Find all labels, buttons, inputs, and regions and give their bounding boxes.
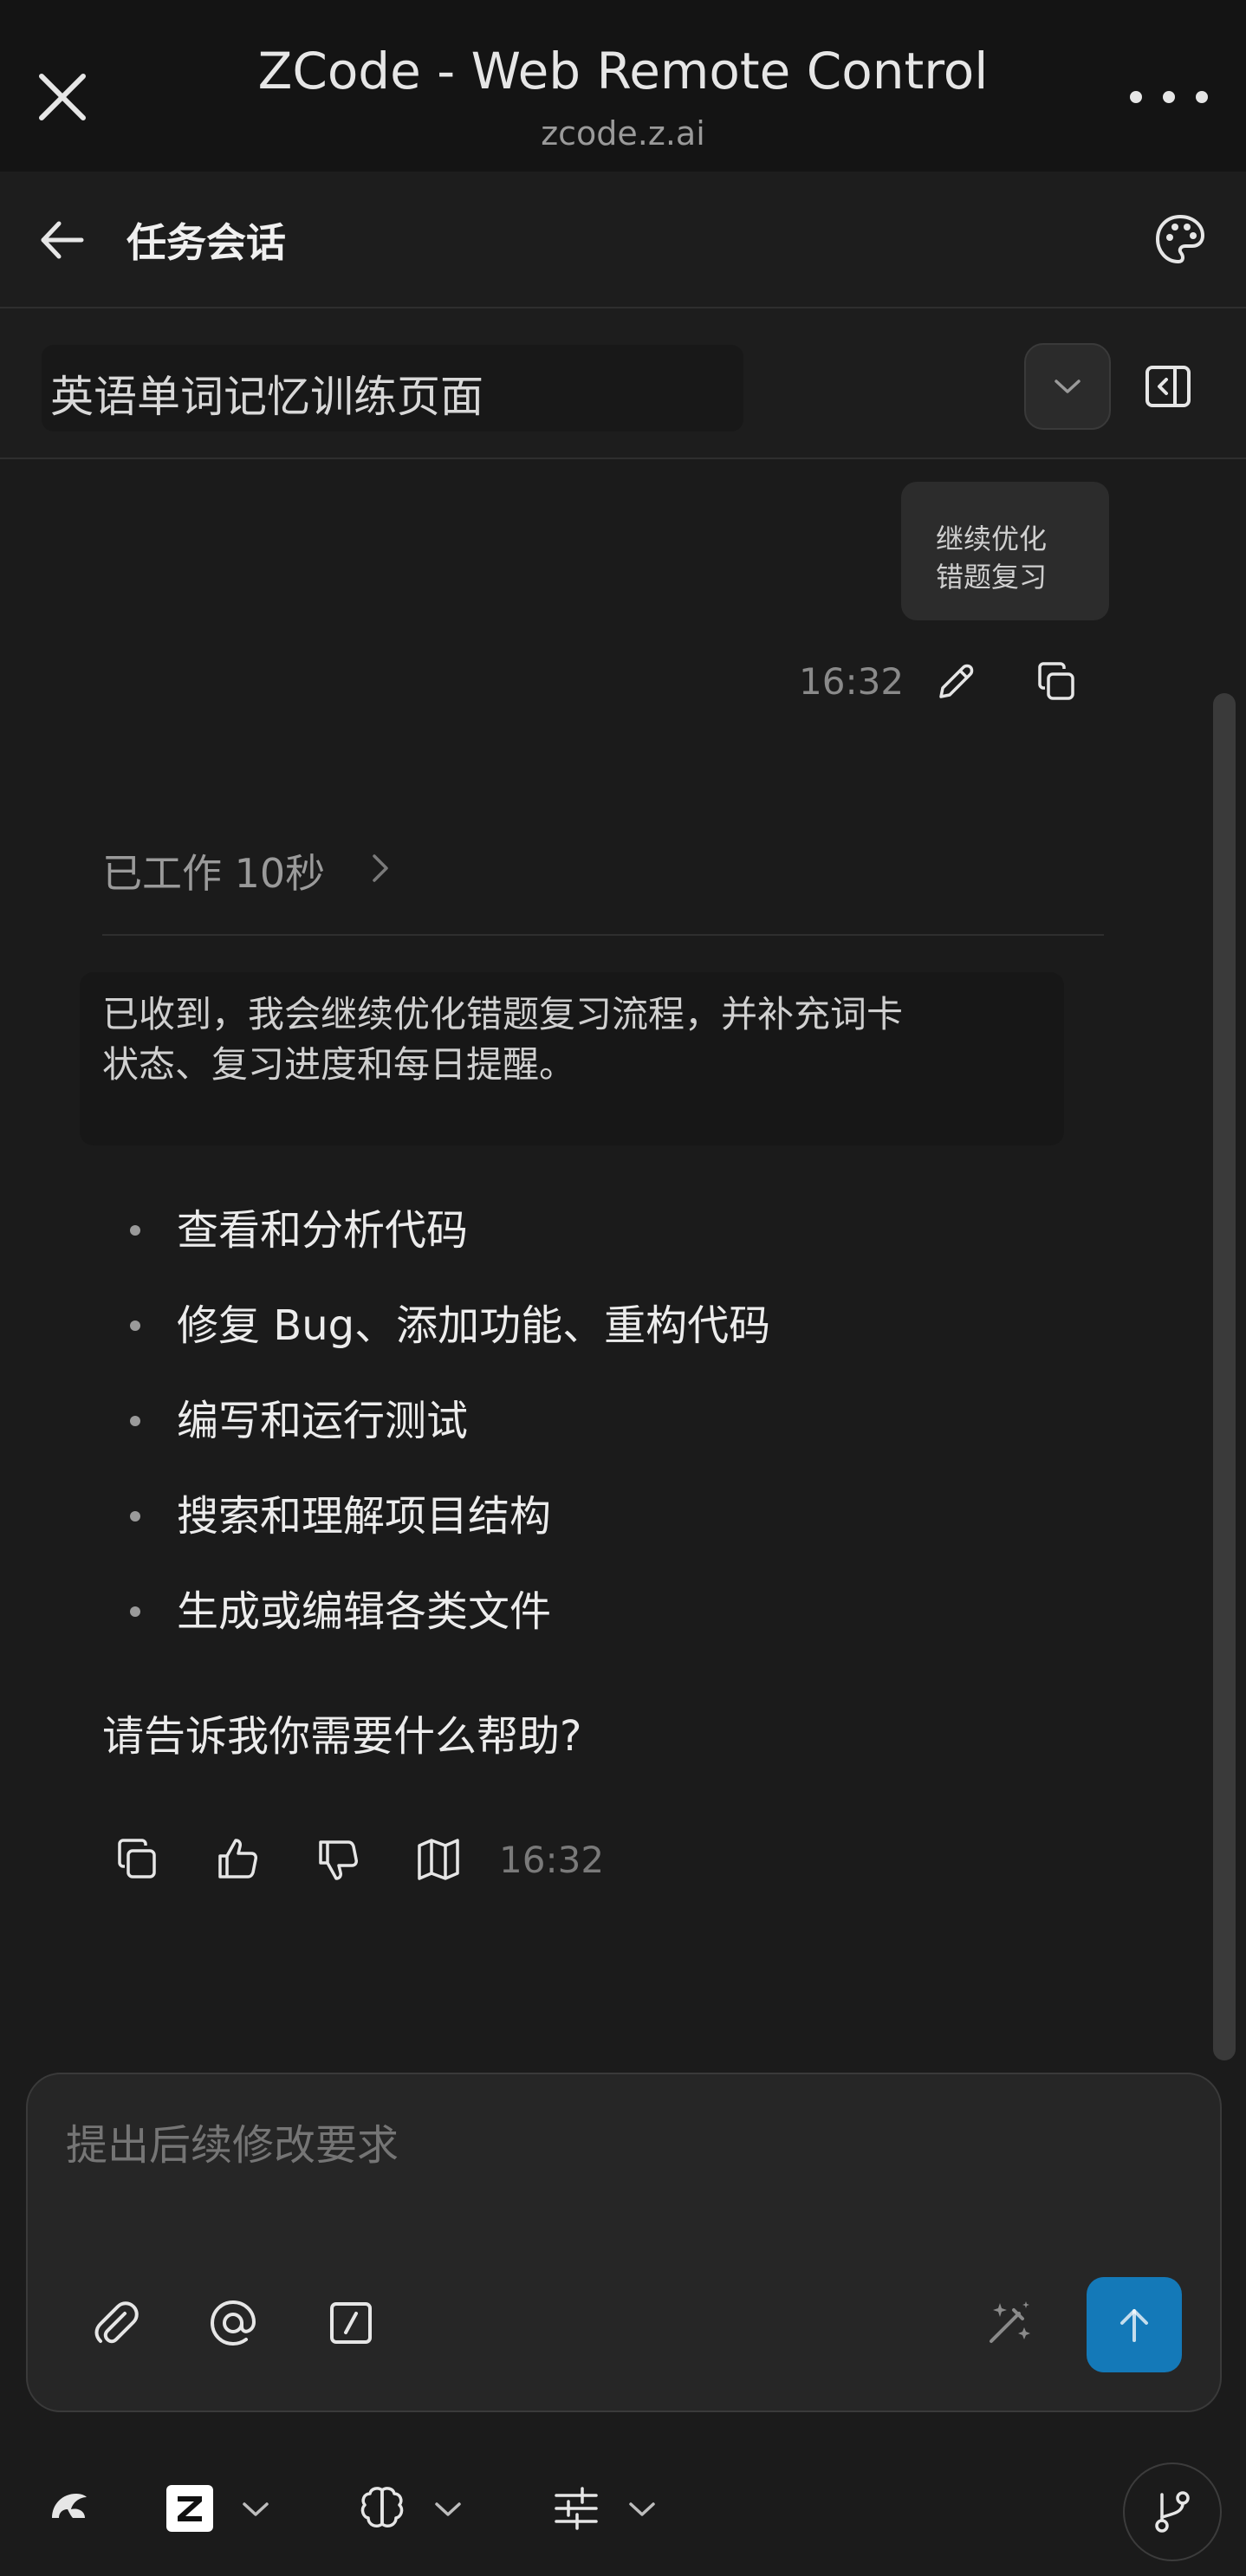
list-item: 修复 Bug、添加功能、重构代码 — [130, 1282, 1083, 1378]
collapse-panel-icon[interactable] — [1142, 360, 1194, 412]
back-arrow-icon[interactable] — [38, 218, 87, 262]
mention-icon[interactable] — [206, 2296, 260, 2350]
palette-icon[interactable] — [1152, 211, 1208, 267]
user-message-meta: 16:32 — [780, 655, 1092, 716]
list-item: 搜索和理解项目结构 — [130, 1473, 1083, 1568]
assistant-reply-summary: 已收到，我会继续优化错题复习流程，并补充词卡 状态、复习进度和每日提醒。 — [80, 972, 1064, 1145]
magic-wand-icon[interactable] — [983, 2296, 1036, 2350]
thumbs-down-icon[interactable] — [314, 1835, 362, 1884]
brain-icon — [360, 2487, 404, 2527]
assistant-question: 请告诉我你需要什么帮助? — [102, 1712, 582, 1761]
chevron-down-icon — [1055, 380, 1081, 393]
chat-scrollbar[interactable] — [1213, 693, 1236, 2060]
model-selector[interactable] — [165, 2483, 277, 2535]
user-message-line: 继续优化 — [936, 522, 1048, 555]
session-name-field[interactable]: 英语单词记忆训练页面 — [42, 345, 743, 431]
brand-logo-icon[interactable] — [47, 2483, 90, 2527]
session-dropdown-button[interactable] — [1024, 343, 1111, 430]
user-message-bubble: 继续优化 错题复习 — [901, 482, 1109, 620]
worked-duration-label: 已工作 10秒 — [102, 850, 326, 897]
list-item: 编写和运行测试 — [130, 1378, 1083, 1473]
bottom-toolbar — [0, 2426, 1246, 2576]
branch-button[interactable] — [1123, 2462, 1222, 2561]
reply-line: 已收到，我会继续优化错题复习流程，并补充词卡 — [102, 993, 904, 1035]
browser-bar: ZCode - Web Remote Control zcode.z.ai — [0, 0, 1246, 172]
sliders-icon — [555, 2487, 598, 2530]
send-button[interactable] — [1087, 2277, 1182, 2372]
map-icon[interactable] — [414, 1835, 463, 1884]
chevron-down-icon — [629, 2502, 655, 2516]
chevron-down-icon — [243, 2502, 269, 2516]
reply-line: 状态、复习进度和每日提醒。 — [102, 1043, 576, 1086]
thumbs-up-icon[interactable] — [213, 1835, 262, 1884]
browser-title: ZCode - Web Remote Control — [257, 42, 989, 101]
browser-url: zcode.z.ai — [541, 114, 705, 152]
copy-icon[interactable] — [1033, 659, 1080, 705]
paperclip-icon[interactable] — [88, 2296, 142, 2350]
arrow-up-icon — [1120, 2309, 1148, 2342]
copy-icon[interactable] — [113, 1835, 161, 1884]
follow-up-input[interactable] — [66, 2111, 1106, 2180]
assistant-message-time: 16:32 — [499, 1839, 605, 1881]
edit-pencil-icon[interactable] — [932, 659, 979, 705]
user-message-line: 错题复习 — [936, 561, 1048, 594]
task-header: 任务会话 — [0, 172, 1246, 308]
zcode-model-icon — [166, 2485, 213, 2532]
composer — [26, 2073, 1222, 2412]
user-message-time: 16:32 — [799, 660, 905, 703]
slash-command-icon[interactable] — [324, 2296, 378, 2350]
message-actions: 16:32 — [113, 1835, 633, 1887]
chevron-right-icon — [373, 854, 388, 882]
page: ZCode - Web Remote Control zcode.z.ai 任务… — [0, 0, 1246, 2576]
more-menu-icon[interactable] — [1130, 80, 1208, 114]
capability-list: 查看和分析代码 修复 Bug、添加功能、重构代码 编写和运行测试 搜索和理解项目… — [130, 1187, 1083, 1664]
session-bar: 英语单词记忆训练页面 — [0, 308, 1246, 459]
page-title: 任务会话 — [127, 219, 286, 266]
chevron-down-icon — [435, 2502, 461, 2516]
list-item: 生成或编辑各类文件 — [130, 1568, 1083, 1664]
reasoning-selector[interactable] — [357, 2483, 470, 2535]
settings-selector[interactable] — [551, 2483, 664, 2535]
git-branch-icon — [1155, 2491, 1190, 2533]
worked-duration-toggle[interactable]: 已工作 10秒 — [102, 842, 1104, 936]
list-item: 查看和分析代码 — [130, 1187, 1083, 1282]
